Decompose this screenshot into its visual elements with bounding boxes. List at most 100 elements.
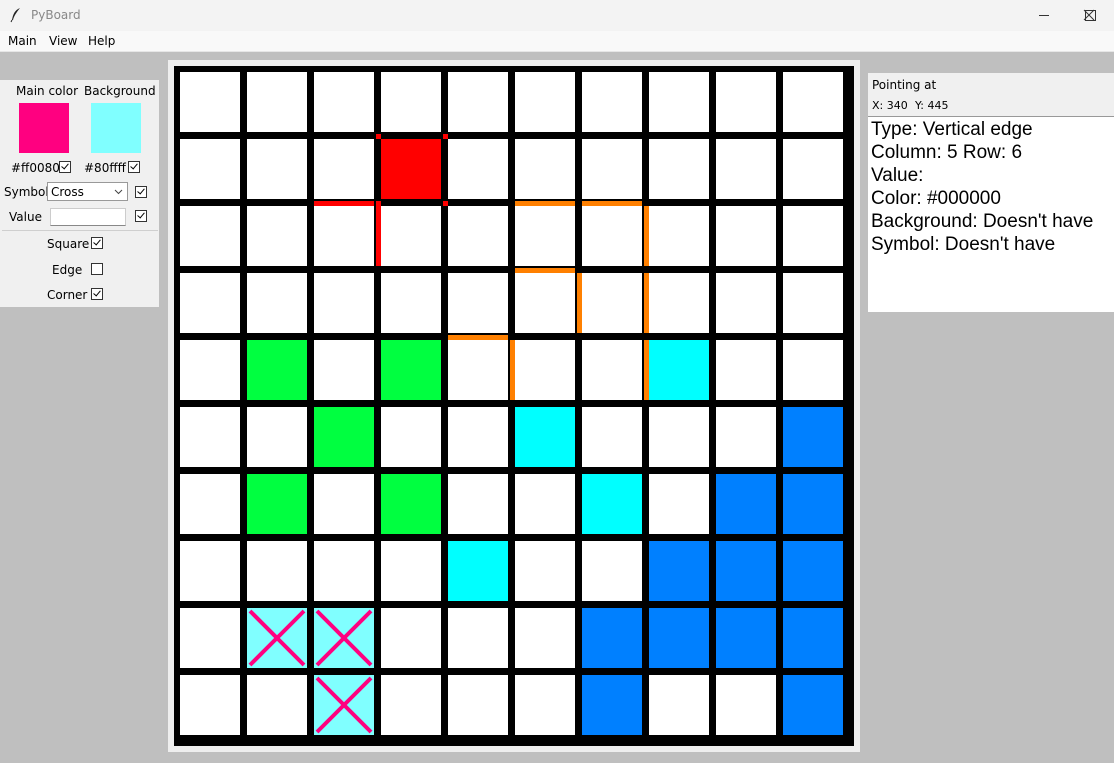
board-cell[interactable] [381, 139, 441, 199]
board-cell[interactable] [314, 407, 374, 467]
board-cell[interactable] [448, 474, 508, 534]
value-checkbox[interactable] [135, 210, 147, 222]
board-cell[interactable] [783, 407, 843, 467]
board-cell[interactable] [649, 340, 709, 400]
square-checkbox[interactable] [91, 237, 103, 249]
board-cell[interactable] [180, 139, 240, 199]
board-cell[interactable] [582, 474, 642, 534]
board-cell[interactable] [247, 72, 307, 132]
symbol-checkbox[interactable] [135, 186, 147, 198]
board-cell[interactable] [515, 273, 575, 333]
board-cell[interactable] [716, 340, 776, 400]
board-cell[interactable] [180, 675, 240, 735]
value-input[interactable] [50, 208, 126, 226]
board-cell[interactable] [448, 340, 508, 400]
board-cell[interactable] [381, 474, 441, 534]
board-cell[interactable] [180, 340, 240, 400]
board-cell[interactable] [716, 608, 776, 668]
board-cell[interactable] [582, 340, 642, 400]
board-cell[interactable] [180, 541, 240, 601]
board-corner[interactable] [376, 134, 381, 139]
board-edge[interactable] [582, 201, 642, 206]
board-cell[interactable] [381, 206, 441, 266]
board-cell[interactable] [716, 206, 776, 266]
board-cell[interactable] [448, 407, 508, 467]
board-cell[interactable] [649, 273, 709, 333]
board-cell[interactable] [448, 675, 508, 735]
board-cell[interactable] [314, 72, 374, 132]
background-color-swatch[interactable] [91, 103, 141, 153]
board-cell[interactable] [381, 407, 441, 467]
board-cell[interactable] [180, 273, 240, 333]
board-cell[interactable] [582, 541, 642, 601]
menu-view[interactable]: View [49, 34, 77, 48]
board-cell[interactable] [180, 72, 240, 132]
board-cell[interactable] [448, 72, 508, 132]
board-cell[interactable] [180, 474, 240, 534]
board-cell[interactable] [381, 72, 441, 132]
main-color-swatch[interactable] [19, 103, 69, 153]
board-cell[interactable] [314, 340, 374, 400]
board-cell[interactable] [247, 474, 307, 534]
board-cell[interactable] [649, 72, 709, 132]
board-cell[interactable] [716, 541, 776, 601]
board-cell[interactable] [783, 541, 843, 601]
board-edge[interactable] [515, 268, 575, 273]
board-cell[interactable] [180, 407, 240, 467]
close-button[interactable] [1067, 0, 1113, 31]
minimize-button[interactable] [1021, 0, 1067, 31]
board-cell[interactable] [582, 139, 642, 199]
board-edge[interactable] [644, 273, 649, 333]
board-edge[interactable] [376, 206, 381, 266]
board-cell[interactable] [448, 273, 508, 333]
board-edge[interactable] [314, 201, 374, 206]
board-cell[interactable] [582, 72, 642, 132]
board-cell[interactable] [783, 340, 843, 400]
board-cell[interactable] [180, 608, 240, 668]
symbol-dropdown[interactable]: Cross [47, 182, 128, 201]
board-cell[interactable] [314, 139, 374, 199]
board-cell[interactable] [381, 273, 441, 333]
board-edge[interactable] [448, 335, 508, 340]
board-cell[interactable] [783, 206, 843, 266]
board-cell[interactable] [314, 541, 374, 601]
board-cell[interactable] [582, 407, 642, 467]
board-cell[interactable] [448, 139, 508, 199]
menu-main[interactable]: Main [8, 34, 37, 48]
board-cell[interactable] [783, 72, 843, 132]
board-cell[interactable] [448, 608, 508, 668]
board-corner[interactable] [443, 201, 448, 206]
board-cell[interactable] [716, 139, 776, 199]
board-cell[interactable] [381, 541, 441, 601]
board-edge[interactable] [644, 206, 649, 266]
board-cell[interactable] [716, 474, 776, 534]
board-cell[interactable] [515, 139, 575, 199]
board-cell[interactable] [649, 541, 709, 601]
board-cell[interactable] [649, 608, 709, 668]
board-cell[interactable] [448, 206, 508, 266]
board-cell[interactable] [716, 273, 776, 333]
board-cell[interactable] [716, 675, 776, 735]
corner-checkbox[interactable] [91, 288, 103, 300]
board-cell[interactable] [515, 206, 575, 266]
board-cell[interactable] [180, 206, 240, 266]
board-cell[interactable] [314, 206, 374, 266]
edge-checkbox[interactable] [91, 263, 103, 275]
board-cell[interactable] [247, 675, 307, 735]
board-cell[interactable] [515, 608, 575, 668]
board-cell[interactable] [515, 474, 575, 534]
board-cell[interactable] [515, 541, 575, 601]
board-cell[interactable] [515, 340, 575, 400]
board-cell[interactable] [582, 675, 642, 735]
board-cell[interactable] [716, 407, 776, 467]
board-edge[interactable] [510, 340, 515, 400]
board-cell[interactable] [649, 474, 709, 534]
board-cell[interactable] [649, 407, 709, 467]
board-cell[interactable] [783, 608, 843, 668]
board-cell[interactable] [247, 273, 307, 333]
board-corner[interactable] [443, 134, 448, 139]
board-cell[interactable] [381, 675, 441, 735]
board-cell[interactable] [716, 72, 776, 132]
board-edge[interactable] [644, 340, 649, 400]
menu-help[interactable]: Help [88, 34, 115, 48]
